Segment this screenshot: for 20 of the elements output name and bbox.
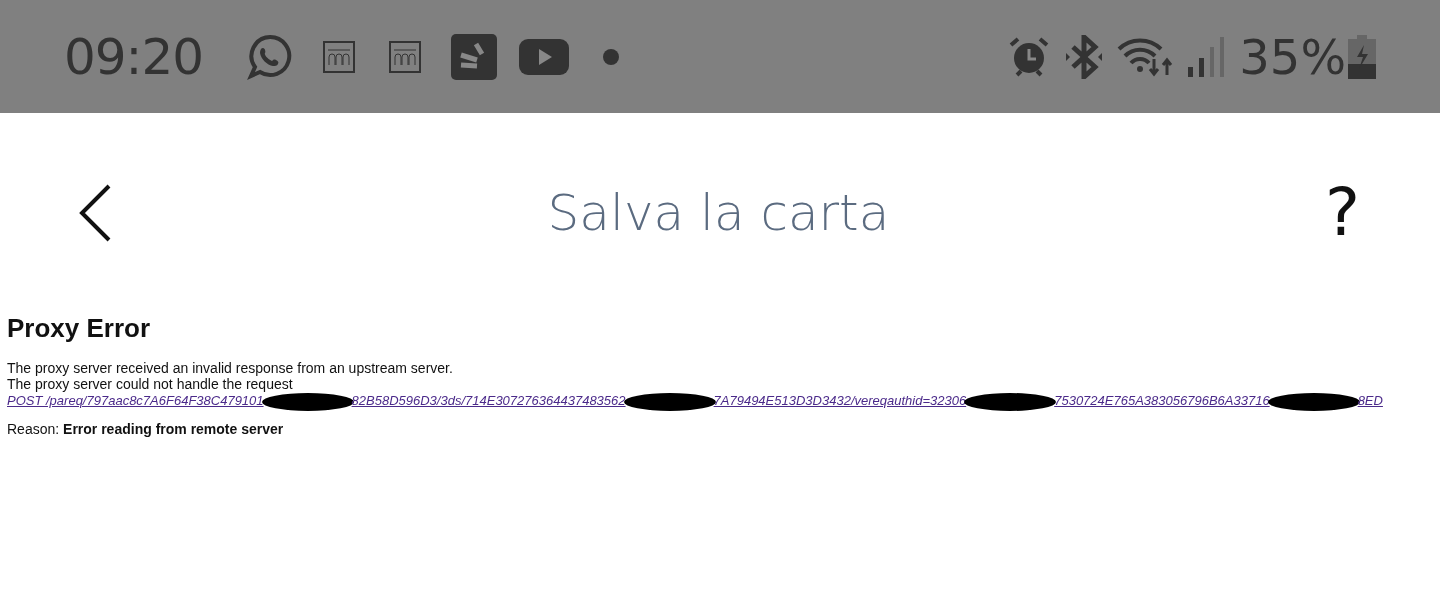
page-title: Salva la carta (547, 184, 890, 242)
bank-icon (323, 40, 356, 73)
request-url-link[interactable]: POST /pareq/797aac8c7A6F64F38C479101 82B58D596D3/3ds/714E307276364437483562 7A79494E513D3D3432/vereqauthid=32306 7530724E765A383056796B6A33716 8ED (7, 392, 1383, 411)
error-message: The proxy server received an invalid response from an upstream server. (7, 360, 454, 376)
back-button[interactable] (78, 184, 112, 242)
app-icon (451, 33, 498, 80)
error-heading: Proxy Error (7, 313, 152, 344)
bank-icon (389, 40, 422, 73)
play-icon (519, 38, 570, 75)
reason-text: Reason: Error reading from remote server (7, 420, 285, 437)
wifi-icon (1117, 36, 1174, 77)
chat-bubble-icon (247, 33, 294, 80)
bluetooth-icon (1065, 34, 1104, 79)
dot-icon (603, 48, 620, 65)
help-button[interactable]: ? (1324, 180, 1360, 246)
battery-percentage: 35% (1239, 28, 1346, 85)
error-message: The proxy server could not handle the request (7, 376, 294, 392)
battery-charging-icon (1348, 34, 1376, 79)
clock-time: 09:20 (64, 27, 204, 86)
signal-icon (1187, 36, 1226, 77)
